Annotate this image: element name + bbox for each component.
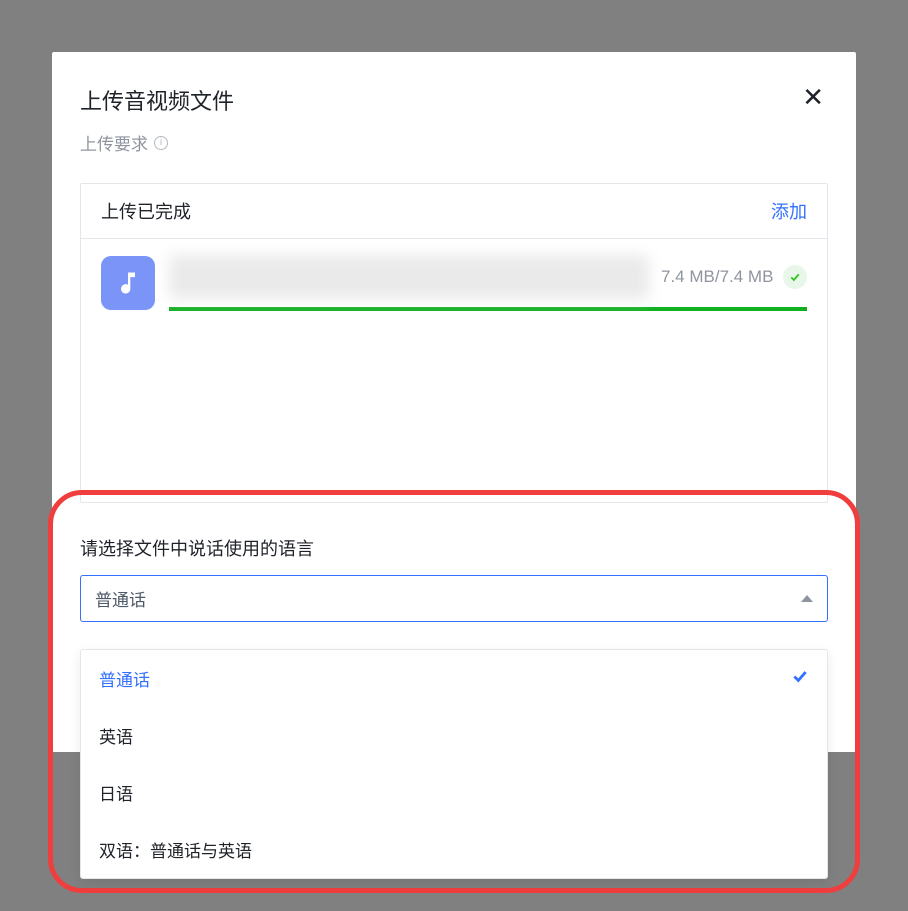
file-row: 7.4 MB/7.4 MB xyxy=(81,239,827,311)
close-button[interactable]: ✕ xyxy=(798,84,828,110)
upload-card: 上传已完成 添加 7.4 MB/7.4 MB xyxy=(80,183,828,503)
upload-progress-bar xyxy=(169,307,807,311)
language-option-english[interactable]: 英语 xyxy=(81,707,827,764)
music-icon xyxy=(101,256,155,310)
upload-status-label: 上传已完成 xyxy=(101,198,191,224)
language-option-label: 英语 xyxy=(99,723,133,748)
modal-header: 上传音视频文件 ✕ xyxy=(80,84,828,116)
language-option-label: 双语：普通话与英语 xyxy=(99,837,252,862)
add-file-button[interactable]: 添加 xyxy=(771,198,807,224)
language-select-value: 普通话 xyxy=(95,586,146,611)
language-option-japanese[interactable]: 日语 xyxy=(81,764,827,821)
check-icon xyxy=(791,667,809,690)
chevron-up-icon xyxy=(801,595,813,602)
language-option-label: 普通话 xyxy=(99,666,150,691)
language-prompt: 请选择文件中说话使用的语言 xyxy=(80,535,828,561)
file-size-label: 7.4 MB/7.4 MB xyxy=(661,266,771,288)
language-section: 请选择文件中说话使用的语言 普通话 xyxy=(80,535,828,622)
file-name-redacted xyxy=(169,255,649,299)
modal-title: 上传音视频文件 xyxy=(80,84,234,116)
language-select[interactable]: 普通话 xyxy=(80,575,828,622)
language-dropdown: 普通话 英语 日语 双语：普通话与英语 xyxy=(80,649,828,879)
info-icon: i xyxy=(154,136,168,150)
upload-requirements[interactable]: 上传要求 i xyxy=(80,130,828,155)
file-body: 7.4 MB/7.4 MB xyxy=(169,255,807,311)
language-option-bilingual[interactable]: 双语：普通话与英语 xyxy=(81,821,827,878)
upload-modal: 上传音视频文件 ✕ 上传要求 i 上传已完成 添加 7.4 MB/7.4 MB xyxy=(52,52,856,752)
upload-requirements-label: 上传要求 xyxy=(80,130,148,155)
upload-card-header: 上传已完成 添加 xyxy=(81,184,827,239)
language-option-label: 日语 xyxy=(99,780,133,805)
language-option-mandarin[interactable]: 普通话 xyxy=(81,650,827,707)
success-icon xyxy=(783,265,807,289)
